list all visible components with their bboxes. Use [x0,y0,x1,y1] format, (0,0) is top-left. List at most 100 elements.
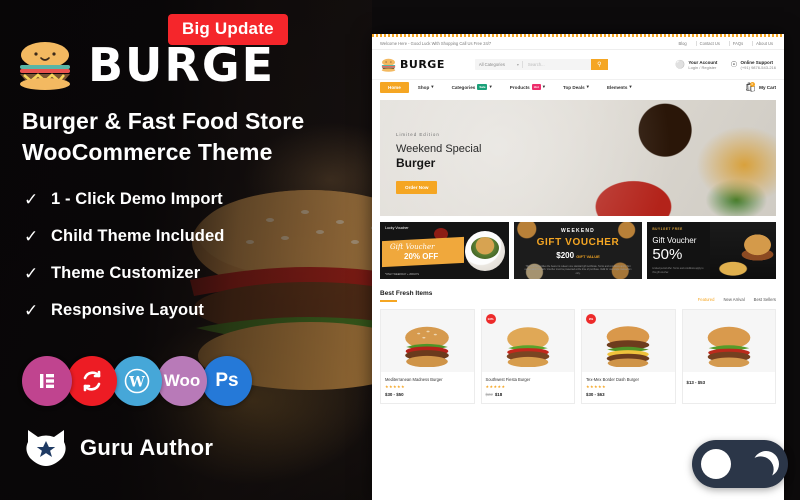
voucher-card-buyone[interactable]: BUY1GET FREE Gift Voucher 50% Limited pe… [647,222,777,279]
product-image [381,309,474,372]
site-logo[interactable]: BURGE [380,58,445,72]
product-card[interactable]: Mediterranean Madness Burger ★★★★★ $30 -… [380,308,475,404]
search-bar[interactable]: All Categories ▾ Search... ⚲ [474,59,608,70]
voucher-value-row: $200 GIFT VALUE [514,251,643,260]
tech-icon-row: W Woo Ps [22,356,252,406]
order-now-button[interactable]: Order Now [396,181,438,194]
section-title-block: Best Fresh Items [380,290,432,302]
category-select[interactable]: All Categories [475,62,517,67]
burger-photo [707,326,751,367]
screenshot-stage: Big Update BURGE Burger & Fast Food Stor… [0,0,800,500]
feature-item: ✓ 1 - Click Demo Import [24,190,354,209]
voucher-tag: BUY1GET FREE [652,227,683,231]
refresh-icon [67,356,117,406]
topbar-welcome: Welcome Here - Good Luck With Shopping C… [380,40,492,46]
tab-best-sellers[interactable]: Best Sellers [754,297,776,302]
nav-item-categories[interactable]: Categories Sale ▾ [443,84,501,90]
product-info: $13 - $53 [683,372,776,391]
product-image: 13% [481,309,574,372]
product-card[interactable]: 13% Southwest Fiesta Burger ★★★★★ $22 $1… [480,308,575,404]
plate-food-image [470,237,499,259]
burger-logo-icon [20,42,70,90]
site-preview: Welcome Here - Good Luck With Shopping C… [372,34,784,500]
product-image: 9% [582,309,675,372]
nav-item-home[interactable]: Home [380,81,409,93]
support-block[interactable]: ☉ Online Support (+91) 9876-543-216 [730,60,776,70]
topbar-link-about[interactable]: About Us [752,40,776,46]
promo-brand-name: BURGE [88,38,276,92]
account-block[interactable]: ⚪ Your Account Login / Register [675,60,717,70]
chevron-down-icon: ▾ [431,84,434,89]
check-icon: ✓ [24,301,39,320]
dark-mode-toggle[interactable] [692,440,788,488]
voucher-kicker: WEEKEND [561,228,595,234]
nav-label: Products [509,84,530,90]
hero-line-1: Weekend Special [396,143,482,155]
voucher-card-lucky[interactable]: Lucky Voucher Gift Voucher 20% OFF *ONLY… [380,222,509,279]
hero-kicker: Limited Edition [396,132,440,137]
feature-label: 1 - Click Demo Import [51,190,223,208]
user-icon: ⚪ [675,59,686,69]
nav-label: Home [388,84,401,90]
toggle-knob[interactable] [701,449,731,479]
headset-icon: ☉ [730,59,738,69]
voucher-tag: Lucky Voucher [385,226,409,230]
voucher-card-weekend[interactable]: WEEKEND GIFT VOUCHER $200 GIFT VALUE Thi… [513,222,643,279]
voucher-title: GIFT VOUCHER [536,237,620,248]
product-price: $13 - $53 [686,379,706,385]
hero-banner[interactable]: Limited Edition Weekend Special Burger O… [380,100,776,216]
site-topbar: Welcome Here - Good Luck With Shopping C… [372,37,784,50]
chevron-down-icon: ▾ [489,84,492,89]
product-name: Southwest Fiesta Burger [485,376,531,382]
product-tabs: Featured New Arrival Best Sellers [698,297,776,302]
burger-photo [405,326,450,367]
search-icon[interactable]: ⚲ [590,59,608,70]
nav-label: Shop [417,84,430,90]
product-name: Mediterranean Madness Burger [385,376,443,382]
rating-stars: ★★★★★ [485,383,506,389]
voucher-footnote: This voucher entitles the bearer to rede… [524,265,632,275]
nav-item-shop[interactable]: Shop ▾ [409,84,443,90]
nav-item-products[interactable]: Products Hot ▾ [501,84,554,90]
voucher-food-image [710,222,777,279]
woocommerce-icon: Woo [157,356,207,406]
product-info: Southwest Fiesta Burger ★★★★★ $22 $18 [482,372,575,403]
burger-photo [606,325,650,367]
discount-badge: 13% [485,313,496,324]
headline-line-1: Burger & Fast Food Store [22,108,305,134]
product-card[interactable]: 9% Tex-Mex Border Dash Burger ★★★★★ $30 … [581,308,676,404]
topbar-link-faqs[interactable]: FAQs [728,40,746,46]
product-new-price: $18 [494,391,503,397]
voucher-value: $200 [556,251,575,260]
product-info: Tex-Mex Border Dash Burger ★★★★★ $30 - $… [582,372,675,403]
nav-item-top-deals[interactable]: Top Deals ▾ [554,84,598,90]
header-info-group: ⚪ Your Account Login / Register ☉ Online… [675,60,776,70]
search-input[interactable]: Search... [523,62,591,67]
feature-label: Responsive Layout [51,301,204,319]
chevron-down-icon: ▾ [586,84,589,89]
cat-star-icon [26,430,66,466]
rating-stars: ★★★★★ [385,383,405,389]
feature-label: Theme Customizer [51,264,201,282]
voucher-value-note: GIFT VALUE [576,254,600,259]
photoshop-icon: Ps [202,356,252,406]
product-card[interactable]: $13 - $53 [681,308,776,404]
product-price: $30 - $63 [586,391,605,397]
svg-text:W: W [128,375,145,391]
site-logo-text: BURGE [400,58,445,71]
account-title: Your Account [688,59,718,65]
topbar-link-contact[interactable]: Contact Us [695,40,723,46]
topbar-links: Blog Contact Us FAQs About Us [675,40,776,46]
cart-count-badge: 0 [749,81,755,87]
cart-button[interactable]: 🛍 0 My Cart [745,81,776,92]
product-name: Tex-Mex Border Dash Burger [586,376,640,382]
nav-label: Top Deals [563,84,585,90]
wordpress-icon: W [112,356,162,406]
voucher-value: 50% [652,246,683,263]
tab-featured[interactable]: Featured [698,297,715,302]
nav-item-elements[interactable]: Elements ▾ [598,84,641,90]
chevron-down-icon[interactable]: ▾ [517,62,519,67]
product-grid: Mediterranean Madness Burger ★★★★★ $30 -… [380,308,776,404]
topbar-link-blog[interactable]: Blog [675,41,689,46]
tab-new-arrival[interactable]: New Arrival [723,297,744,302]
